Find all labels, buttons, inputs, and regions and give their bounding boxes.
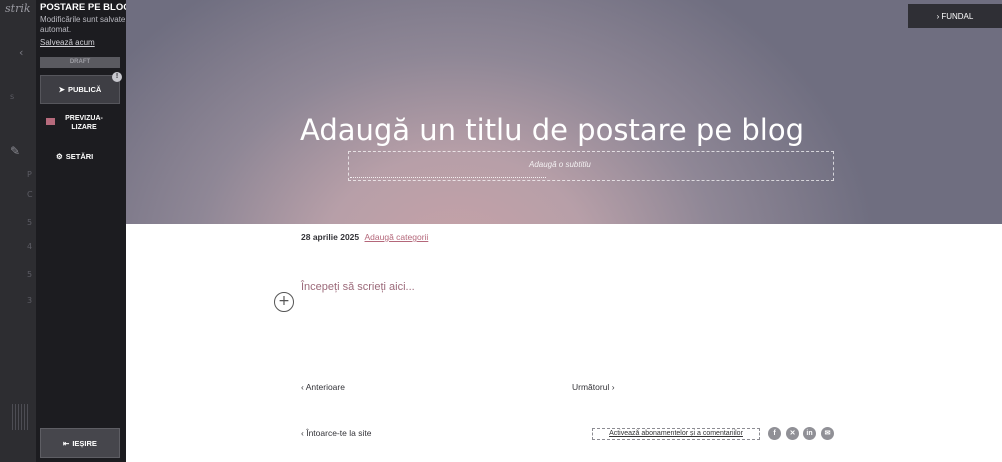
post-title-input[interactable]: Adaugă un titlu de postare pe blog <box>300 113 804 147</box>
rail-marker: P <box>27 170 32 179</box>
monitor-icon <box>46 118 55 125</box>
autosave-note: Modificările sunt salvate automat. <box>40 15 126 34</box>
background-button[interactable]: › FUNDAL <box>908 4 1002 28</box>
chevron-right-icon: › <box>936 11 940 21</box>
grid-icon <box>12 404 30 430</box>
gear-icon: ⚙ <box>56 152 63 161</box>
spellcheck-underline <box>350 177 546 178</box>
brand-logo: strik <box>5 2 31 15</box>
back-to-site-label: Întoarce-te la site <box>306 428 372 438</box>
editor-sidebar: POSTARE PE BLOG Modificările sunt salvat… <box>36 0 131 462</box>
rail-marker: 4 <box>27 242 33 251</box>
exit-label: IEȘIRE <box>72 438 97 448</box>
preview-label: PREVIZUA-LIZARE <box>65 115 103 131</box>
email-icon[interactable]: ✉ <box>821 427 834 440</box>
alert-badge: ! <box>112 72 122 82</box>
post-date: 28 aprilie 2025 <box>301 232 360 242</box>
back-to-site-link[interactable]: ‹ Întoarce-te la site <box>301 428 371 438</box>
chevron-left-icon: ‹ <box>301 382 304 392</box>
hero-section[interactable]: › FUNDAL Adaugă un titlu de postare pe b… <box>126 0 1002 224</box>
preview-button[interactable]: PREVIZUA-LIZARE <box>40 110 124 136</box>
rail-marker: C <box>27 190 33 199</box>
save-now-link[interactable]: Salvează acum <box>40 38 95 47</box>
chevron-right-icon: › <box>611 382 615 392</box>
rail-marker: s <box>10 92 15 101</box>
add-categories-link[interactable]: Adaugă categorii <box>365 232 429 242</box>
exit-icon: ⇤ <box>63 438 70 448</box>
chevron-left-icon: ‹ <box>301 428 304 438</box>
exit-button[interactable]: ⇤ IEȘIRE <box>40 428 120 458</box>
pen-icon[interactable]: ✎ <box>10 144 20 158</box>
x-twitter-icon[interactable]: ✕ <box>786 427 799 440</box>
settings-button[interactable]: ⚙ SETĂRI <box>56 152 93 161</box>
sidebar-title: POSTARE PE BLOG <box>40 2 131 13</box>
next-label: Următorul <box>572 382 610 392</box>
previous-post-link[interactable]: ‹ Anterioare <box>301 382 345 392</box>
post-body-input[interactable]: Începeți să scrieți aici... <box>301 281 415 293</box>
rail-marker: 5 <box>27 218 33 227</box>
rocket-icon: ➤ <box>58 85 65 94</box>
add-block-button[interactable]: + <box>274 292 294 312</box>
previous-label: Anterioare <box>305 382 345 392</box>
facebook-icon[interactable]: f <box>768 427 781 440</box>
draft-status-badge: DRAFT <box>40 57 120 68</box>
settings-label: SETĂRI <box>65 152 94 161</box>
enable-subscriptions-button[interactable]: Activează abonamentelor și a comentariil… <box>592 428 760 440</box>
post-meta: 28 aprilie 2025 Adaugă categorii <box>301 232 428 242</box>
chevron-left-icon[interactable]: ‹ <box>19 46 23 59</box>
subtitle-placeholder: Adaugă o subtitlu <box>529 160 591 169</box>
publish-label: PUBLICĂ <box>67 85 102 94</box>
rail-marker: 5 <box>27 270 33 279</box>
left-rail: strik ‹ s ✎ P C 5 4 5 3 <box>0 0 36 462</box>
background-label: FUNDAL <box>941 11 974 21</box>
publish-button[interactable]: ➤ PUBLICĂ ! <box>40 72 122 104</box>
linkedin-icon[interactable]: in <box>803 427 816 440</box>
next-post-link[interactable]: Următorul › <box>572 382 615 392</box>
rail-marker: 3 <box>27 296 33 305</box>
